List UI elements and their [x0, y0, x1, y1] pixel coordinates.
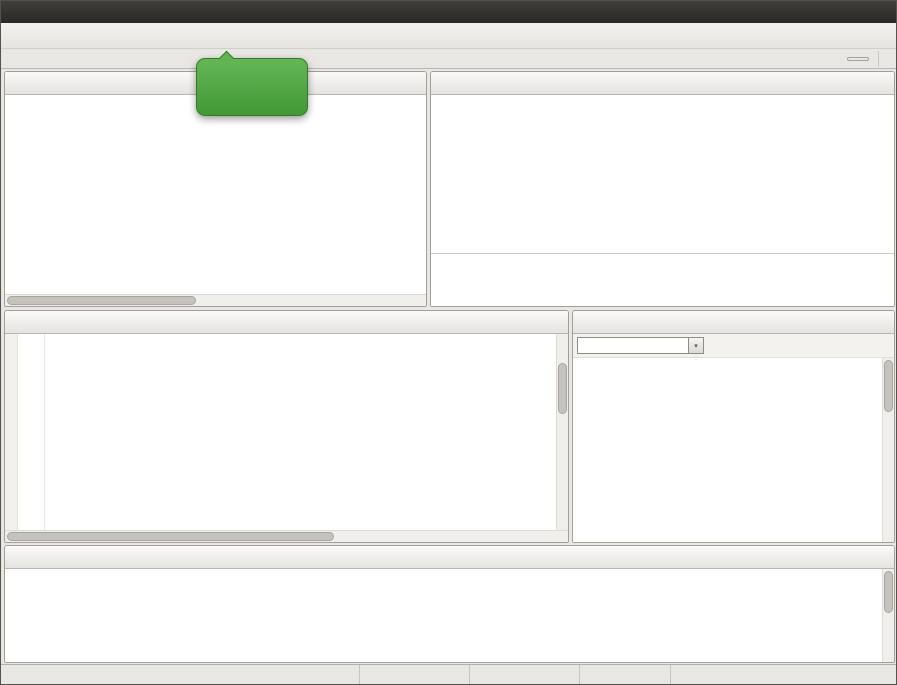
scrollbar-thumb[interactable]: [884, 360, 893, 412]
status-cursor-position: [579, 665, 671, 685]
quick-access-button[interactable]: [847, 57, 869, 61]
disassembly-toolbar: ▾: [573, 334, 894, 358]
debug-launch-tree: [5, 95, 426, 294]
annotation-ruler[interactable]: [5, 334, 18, 530]
line-number-ruler[interactable]: [18, 334, 45, 530]
step-into-tooltip: [196, 58, 308, 116]
breakpoint-details: [431, 254, 894, 306]
breakpoints-view: [430, 71, 895, 307]
console-output-area[interactable]: [5, 569, 882, 662]
breakpoints-view-actions: [890, 72, 894, 94]
scrollbar-thumb[interactable]: [558, 363, 567, 414]
editor-actions: [564, 311, 568, 333]
code-editor[interactable]: [45, 334, 556, 530]
disassembly-content: [573, 358, 894, 542]
scrollbar-thumb[interactable]: [7, 532, 334, 541]
status-bar: [1, 664, 896, 685]
scrollbar-thumb[interactable]: [884, 571, 893, 613]
debug-horizontal-scrollbar[interactable]: [5, 294, 426, 306]
location-input[interactable]: [577, 337, 689, 354]
location-dropdown-icon[interactable]: ▾: [689, 337, 704, 354]
scrollbar-thumb[interactable]: [7, 296, 196, 305]
breakpoints-list: [431, 95, 894, 253]
editor-area: [4, 310, 569, 543]
editor-tab-bar: [5, 311, 568, 334]
breakpoints-view-header: [431, 72, 894, 95]
console-output: [5, 573, 882, 577]
console-view: [4, 545, 895, 663]
editor-body: [5, 334, 568, 530]
disassembly-view-actions: [890, 311, 894, 333]
titlebar[interactable]: [1, 1, 896, 23]
disassembly-vertical-scrollbar[interactable]: [882, 358, 894, 542]
toolbar-separator: [878, 51, 879, 67]
status-writable: [359, 665, 469, 685]
perspective-bar: [1, 49, 896, 69]
editor-horizontal-scrollbar[interactable]: [5, 530, 568, 542]
main-toolbar: [1, 23, 896, 49]
editor-vertical-scrollbar[interactable]: [556, 334, 568, 530]
disassembly-listing[interactable]: [573, 358, 882, 542]
console-view-header: [5, 546, 894, 569]
eclipse-window: ▾: [0, 0, 897, 685]
disassembly-view-header: [573, 311, 894, 334]
console-view-actions: [890, 546, 894, 568]
status-insert-mode: [469, 665, 579, 685]
console-content: [5, 569, 894, 662]
disassembly-view: ▾: [572, 310, 895, 543]
console-vertical-scrollbar[interactable]: [882, 569, 894, 662]
debug-view-actions: [422, 72, 426, 94]
